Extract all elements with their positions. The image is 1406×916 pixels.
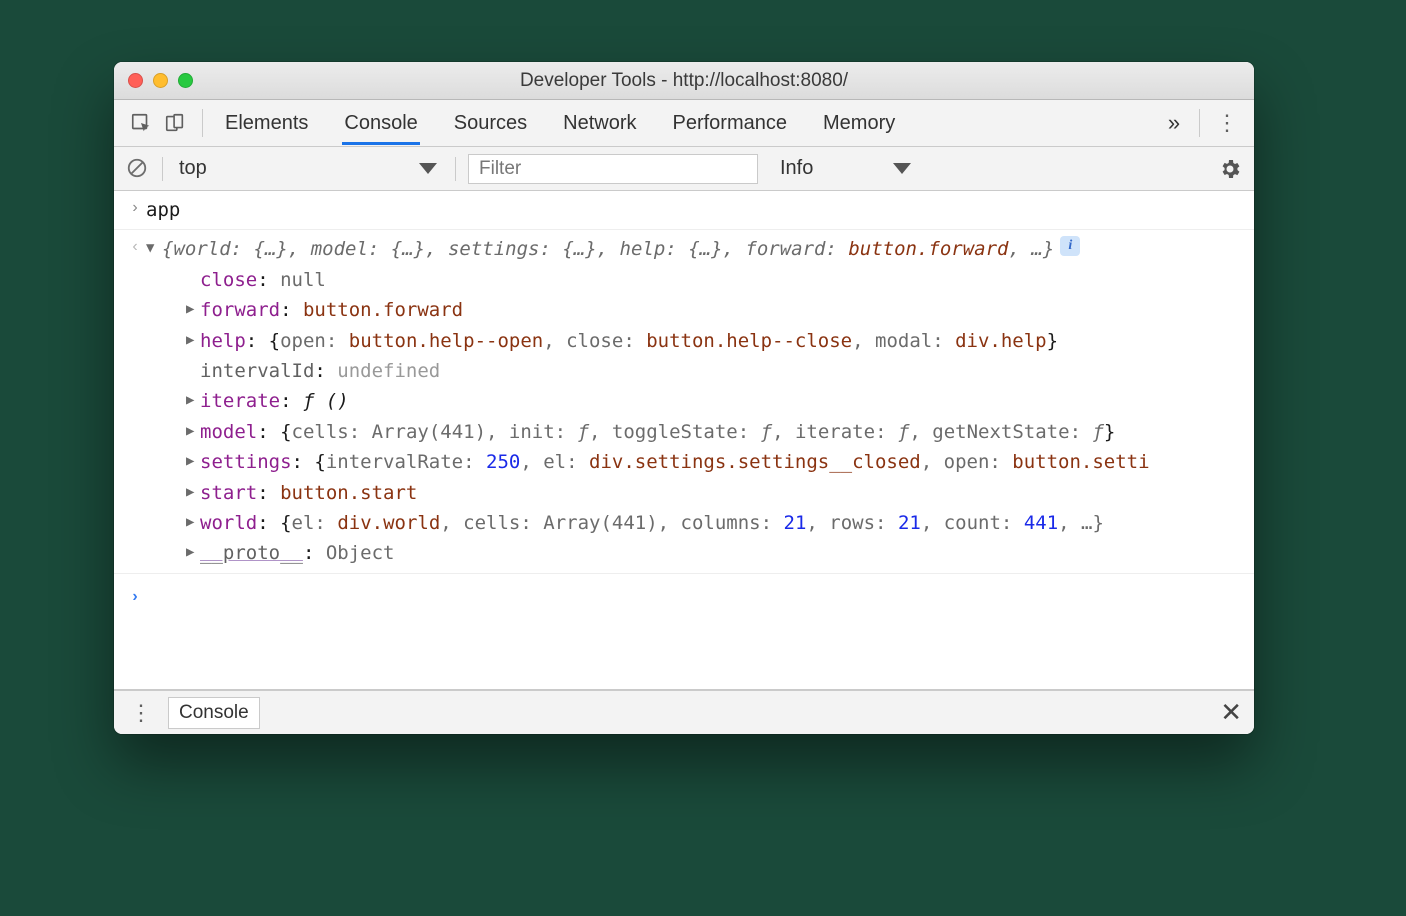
- input-command: app: [146, 195, 1244, 225]
- tab-sources[interactable]: Sources: [452, 102, 529, 145]
- prop-iterate[interactable]: ▶iterate: ƒ (): [186, 386, 1244, 416]
- prop-world[interactable]: ▶world: {el: div.world, cells: Array(441…: [186, 508, 1244, 538]
- panel-tabs: Elements Console Sources Network Perform…: [223, 102, 1159, 145]
- console-settings-icon[interactable]: [1218, 157, 1242, 181]
- console-prompt-row[interactable]: ›: [114, 573, 1254, 614]
- info-badge-icon[interactable]: i: [1060, 236, 1080, 256]
- clear-console-icon[interactable]: [126, 157, 150, 181]
- prop-settings[interactable]: ▶settings: {intervalRate: 250, el: div.s…: [186, 447, 1244, 477]
- console-body: › app ‹ ▼ {world: {…}, model: {…}, setti…: [114, 191, 1254, 690]
- log-level-selector[interactable]: Info: [770, 157, 911, 180]
- chevron-down-icon: [419, 163, 437, 174]
- prop-start[interactable]: ▶start: button.start: [186, 478, 1244, 508]
- devtools-window: Developer Tools - http://localhost:8080/…: [114, 62, 1254, 734]
- chevron-down-icon: [893, 163, 911, 174]
- disclosure-triangle-icon[interactable]: ▶: [186, 481, 200, 503]
- traffic-lights: [114, 73, 193, 88]
- object-summary[interactable]: ▼ {world: {…}, model: {…}, settings: {…}…: [146, 234, 1244, 264]
- prop-close[interactable]: close: null: [186, 265, 1244, 295]
- divider: [202, 109, 203, 137]
- disclosure-triangle-icon[interactable]: ▶: [186, 450, 200, 472]
- disclosure-triangle-icon[interactable]: ▶: [186, 329, 200, 351]
- close-drawer-icon[interactable]: ✕: [1220, 697, 1242, 728]
- window-maximize-button[interactable]: [178, 73, 193, 88]
- output-marker-icon: ‹: [124, 234, 146, 260]
- prop-intervalid[interactable]: intervalId: undefined: [186, 356, 1244, 386]
- tab-memory[interactable]: Memory: [821, 102, 897, 145]
- devtools-menu-icon[interactable]: ⋮: [1210, 110, 1244, 136]
- console-input-echo: › app: [114, 191, 1254, 230]
- disclosure-triangle-icon[interactable]: ▶: [186, 298, 200, 320]
- disclosure-triangle-icon[interactable]: ▶: [186, 511, 200, 533]
- tab-performance[interactable]: Performance: [671, 102, 790, 145]
- divider: [162, 157, 163, 181]
- filter-input[interactable]: [468, 154, 758, 184]
- window-title: Developer Tools - http://localhost:8080/: [114, 70, 1254, 92]
- object-properties: close: null ▶forward: button.forward ▶he…: [146, 265, 1244, 569]
- prop-proto[interactable]: ▶__proto__: Object: [186, 538, 1244, 568]
- disclosure-triangle-icon[interactable]: ▶: [186, 389, 200, 411]
- more-tabs-icon[interactable]: »: [1159, 110, 1189, 136]
- console-toolbar: top Info: [114, 147, 1254, 191]
- console-output-row: ‹ ▼ {world: {…}, model: {…}, settings: {…: [114, 230, 1254, 572]
- prop-model[interactable]: ▶model: {cells: Array(441), init: ƒ, tog…: [186, 417, 1244, 447]
- tab-elements[interactable]: Elements: [223, 102, 310, 145]
- titlebar: Developer Tools - http://localhost:8080/: [114, 62, 1254, 100]
- prop-help[interactable]: ▶help: {open: button.help--open, close: …: [186, 326, 1244, 356]
- divider: [1199, 109, 1200, 137]
- log-level-value: Info: [780, 157, 813, 180]
- divider: [455, 157, 456, 181]
- disclosure-triangle-open-icon[interactable]: ▼: [146, 237, 160, 259]
- drawer-tab-console[interactable]: Console: [168, 697, 260, 729]
- inspect-element-icon[interactable]: [124, 108, 158, 138]
- tab-network[interactable]: Network: [561, 102, 638, 145]
- disclosure-triangle-icon[interactable]: ▶: [186, 420, 200, 442]
- context-value: top: [179, 157, 207, 180]
- panel-tabbar: Elements Console Sources Network Perform…: [114, 100, 1254, 147]
- tab-console[interactable]: Console: [342, 102, 419, 145]
- context-selector[interactable]: top: [175, 155, 443, 183]
- disclosure-triangle-icon[interactable]: ▶: [186, 541, 200, 563]
- output-content: ▼ {world: {…}, model: {…}, settings: {…}…: [146, 234, 1244, 568]
- prop-forward[interactable]: ▶forward: button.forward: [186, 295, 1244, 325]
- drawer-menu-icon[interactable]: ⋮: [126, 700, 156, 726]
- input-marker-icon: ›: [124, 195, 146, 225]
- window-close-button[interactable]: [128, 73, 143, 88]
- prompt-marker-icon: ›: [124, 584, 146, 610]
- object-preview: {world: {…}, model: {…}, settings: {…}, …: [162, 234, 1054, 264]
- window-minimize-button[interactable]: [153, 73, 168, 88]
- drawer-footer: ⋮ Console ✕: [114, 690, 1254, 734]
- device-toolbar-icon[interactable]: [158, 108, 192, 138]
- console-prompt-input[interactable]: [146, 584, 1244, 610]
